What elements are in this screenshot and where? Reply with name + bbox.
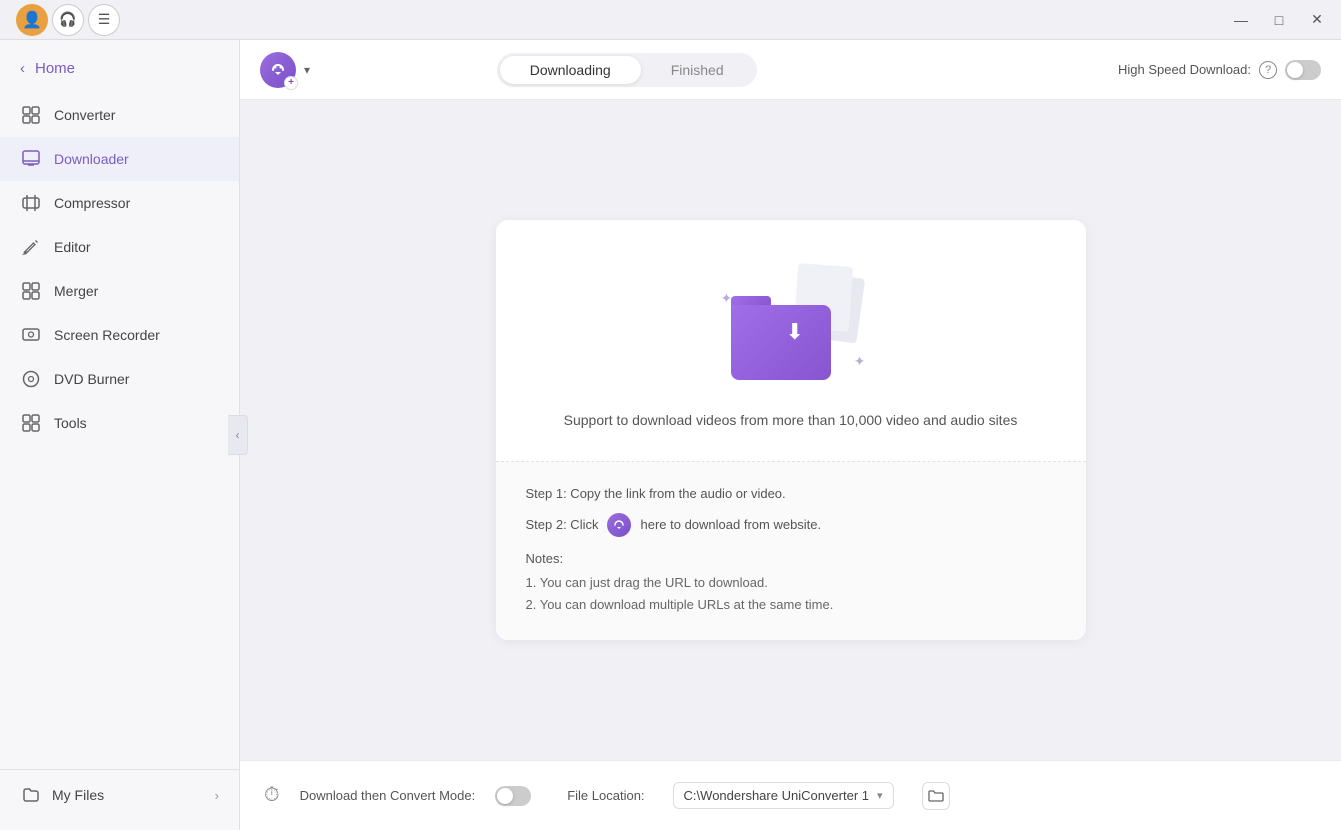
file-location-label: File Location: <box>567 788 644 803</box>
maximize-button[interactable]: □ <box>1263 6 1295 34</box>
logo-button[interactable]: + <box>260 52 296 88</box>
download-card-top: ⬇ ✦ ✦ Support to download videos from mo… <box>496 220 1086 462</box>
tab-container: Downloading Finished <box>497 53 757 87</box>
minimize-icon: — <box>1234 12 1248 28</box>
main-content: + ▾ Downloading Finished High Speed Down… <box>240 40 1341 830</box>
step1-text: Step 1: Copy the link from the audio or … <box>526 486 1056 501</box>
close-button[interactable]: ✕ <box>1301 6 1333 34</box>
dvd-burner-label: DVD Burner <box>54 371 129 387</box>
note-item-1: 1. You can just drag the URL to download… <box>526 572 1056 594</box>
folder-body: ⬇ <box>731 305 831 380</box>
compressor-label: Compressor <box>54 195 130 211</box>
collapse-icon: ‹ <box>236 428 240 442</box>
compressor-icon <box>20 192 42 214</box>
notes-title: Notes: <box>526 551 1056 566</box>
inline-logo-icon <box>607 513 631 537</box>
sidebar: ‹ Home Converter <box>0 40 240 830</box>
download-card: ⬇ ✦ ✦ Support to download videos from mo… <box>496 220 1086 640</box>
download-area: ⬇ ✦ ✦ Support to download videos from mo… <box>240 100 1341 760</box>
tab-finished[interactable]: Finished <box>641 56 754 84</box>
clock-icon: ⏱ <box>264 784 280 807</box>
download-card-bottom: Step 1: Copy the link from the audio or … <box>496 462 1086 640</box>
my-files-icon <box>20 784 42 806</box>
converter-icon <box>20 104 42 126</box>
merger-icon <box>20 280 42 302</box>
home-label: Home <box>35 60 75 77</box>
screen-recorder-icon <box>20 324 42 346</box>
logo-plus-icon: + <box>284 76 298 90</box>
notes-section: Notes: 1. You can just drag the URL to d… <box>526 551 1056 616</box>
tab-downloading[interactable]: Downloading <box>500 56 641 84</box>
sidebar-my-files[interactable]: My Files › <box>0 769 239 820</box>
help-icon[interactable]: ? <box>1259 61 1277 79</box>
sidebar-item-tools[interactable]: Tools <box>0 401 239 445</box>
menu-icon: ☰ <box>98 11 111 28</box>
topbar: + ▾ Downloading Finished High Speed Down… <box>240 40 1341 100</box>
support-button[interactable]: 🎧 <box>52 4 84 36</box>
sidebar-item-compressor[interactable]: Compressor <box>0 181 239 225</box>
sparkle-icon-1: ✦ <box>721 290 733 307</box>
sidebar-collapse-button[interactable]: ‹ <box>228 415 248 455</box>
bottombar: ⏱ Download then Convert Mode: File Locat… <box>240 760 1341 830</box>
download-description: Support to download videos from more tha… <box>564 410 1018 431</box>
convert-mode-toggle[interactable] <box>495 786 531 806</box>
file-location-dropdown-icon: ▾ <box>877 789 883 802</box>
minimize-button[interactable]: — <box>1225 6 1257 34</box>
titlebar: 👤 🎧 ☰ — □ ✕ <box>0 0 1341 40</box>
my-files-label: My Files <box>52 787 104 803</box>
maximize-icon: □ <box>1275 12 1283 28</box>
menu-button[interactable]: ☰ <box>88 4 120 36</box>
sidebar-item-downloader[interactable]: Downloader <box>0 137 239 181</box>
high-speed-download: High Speed Download: ? <box>1118 60 1321 80</box>
converter-label: Converter <box>54 107 115 123</box>
screen-recorder-label: Screen Recorder <box>54 327 160 343</box>
headset-icon: 🎧 <box>59 11 76 28</box>
close-icon: ✕ <box>1311 11 1323 28</box>
dvd-burner-icon <box>20 368 42 390</box>
file-location-value: C:\Wondershare UniConverter 1 <box>684 788 869 803</box>
download-illustration: ⬇ ✦ ✦ <box>711 260 871 390</box>
downloader-label: Downloader <box>54 151 129 167</box>
logo-dropdown-icon[interactable]: ▾ <box>304 63 310 77</box>
editor-icon <box>20 236 42 258</box>
tools-icon <box>20 412 42 434</box>
sidebar-item-editor[interactable]: Editor <box>0 225 239 269</box>
merger-label: Merger <box>54 283 98 299</box>
user-icon: 👤 <box>22 10 42 30</box>
sidebar-item-screen-recorder[interactable]: Screen Recorder <box>0 313 239 357</box>
step2-text: Step 2: Click here to download from webs… <box>526 513 1056 537</box>
my-files-arrow-icon: › <box>215 788 219 803</box>
high-speed-label: High Speed Download: <box>1118 62 1251 77</box>
high-speed-toggle[interactable] <box>1285 60 1321 80</box>
home-arrow-icon: ‹ <box>20 60 25 77</box>
convert-mode-label: Download then Convert Mode: <box>300 788 476 803</box>
app-body: ‹ Home Converter <box>0 40 1341 830</box>
sidebar-item-converter[interactable]: Converter <box>0 93 239 137</box>
editor-label: Editor <box>54 239 91 255</box>
open-folder-button[interactable] <box>922 782 950 810</box>
file-location-select[interactable]: C:\Wondershare UniConverter 1 ▾ <box>673 782 894 809</box>
tools-label: Tools <box>54 415 87 431</box>
download-arrow-icon: ⬇ <box>786 319 804 345</box>
sidebar-item-merger[interactable]: Merger <box>0 269 239 313</box>
sidebar-item-dvd-burner[interactable]: DVD Burner <box>0 357 239 401</box>
sidebar-wrapper: ‹ Home Converter <box>0 40 240 830</box>
note-item-2: 2. You can download multiple URLs at the… <box>526 594 1056 616</box>
downloader-icon <box>20 148 42 170</box>
sparkle-icon-2: ✦ <box>854 353 866 370</box>
avatar-button[interactable]: 👤 <box>16 4 48 36</box>
sidebar-home[interactable]: ‹ Home <box>0 50 239 93</box>
